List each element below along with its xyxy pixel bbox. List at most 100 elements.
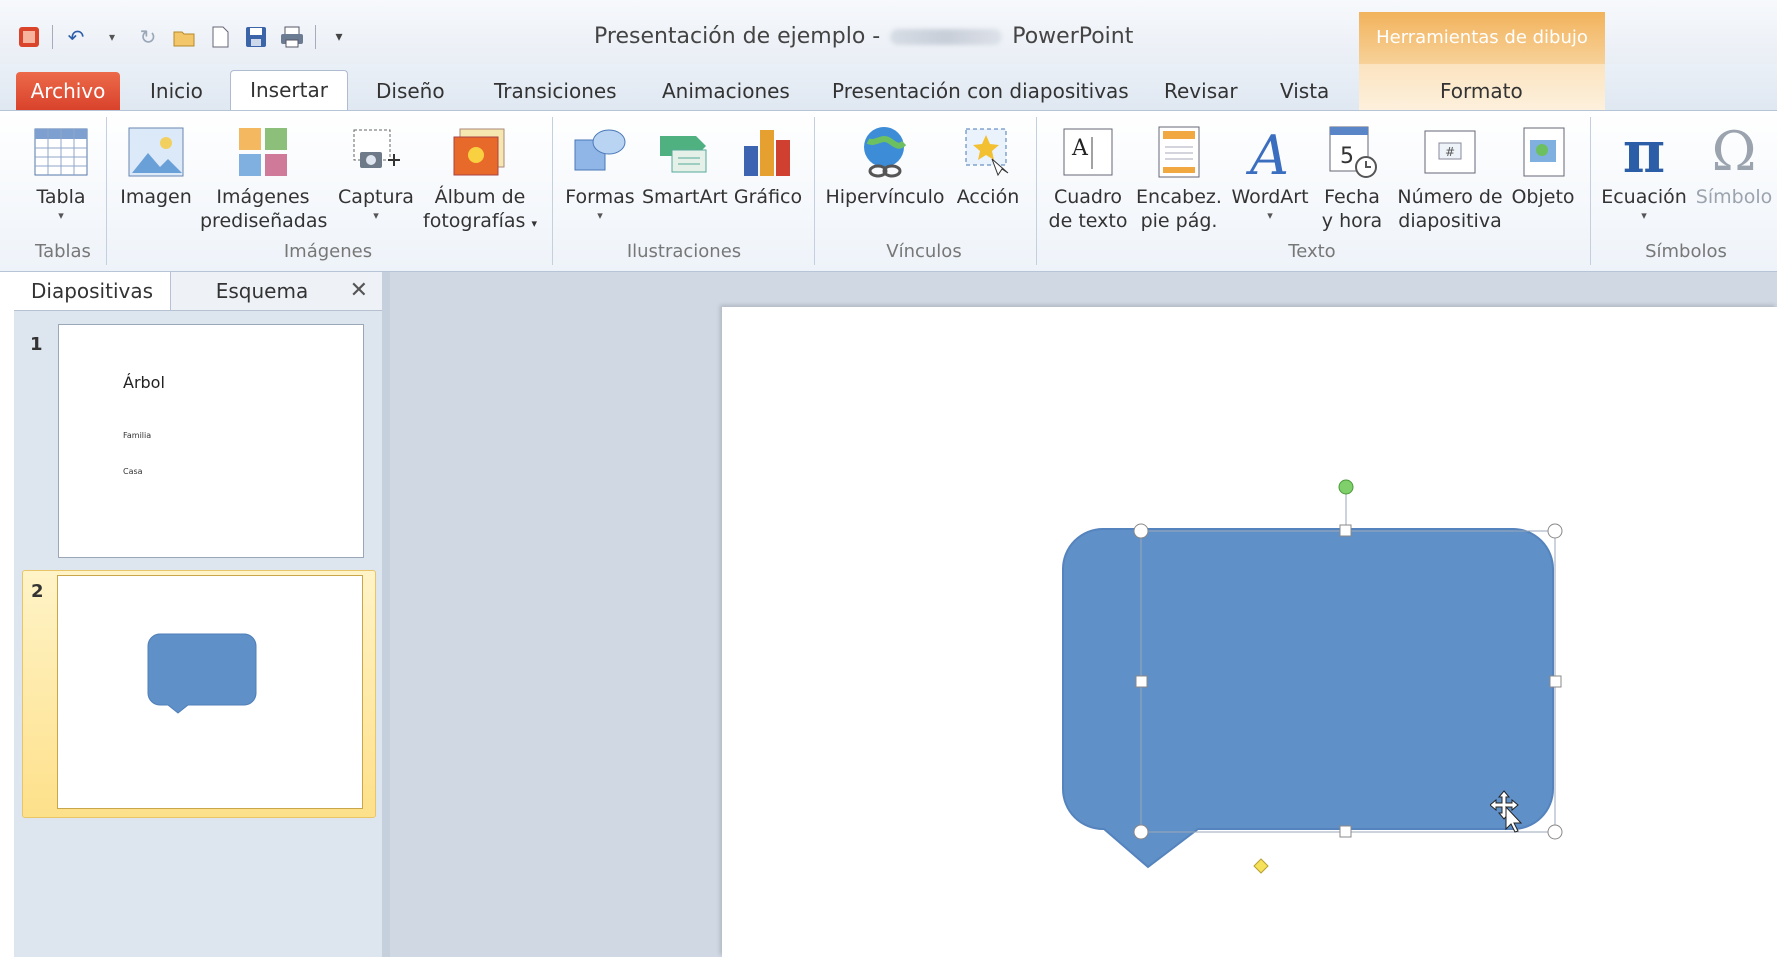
svg-text:A: A	[1071, 136, 1089, 161]
group-separator	[1590, 117, 1591, 265]
customize-icon[interactable]: ▾	[326, 24, 352, 50]
redo-icon[interactable]: ↻	[135, 24, 161, 50]
group-separator	[552, 117, 553, 265]
wordart-icon: A	[1245, 124, 1289, 180]
cuadro-de-texto-button[interactable]: A Cuadro de texto	[1046, 119, 1130, 233]
slide-thumbnail-2-selected[interactable]: 2	[22, 570, 376, 818]
panel-splitter[interactable]	[382, 272, 390, 957]
ribbon-tabs: Archivo Inicio Insertar Diseño Transicio…	[0, 64, 1777, 112]
tab-vista[interactable]: Vista	[1280, 72, 1329, 110]
textbox-icon: A	[1063, 128, 1113, 176]
screenshot-icon	[353, 129, 400, 168]
svg-text:A: A	[1245, 124, 1289, 180]
app-icon[interactable]	[16, 24, 42, 50]
ecuacion-button[interactable]: π Ecuación ▾	[1598, 119, 1690, 223]
qat-separator	[52, 25, 53, 49]
objeto-button[interactable]: Objeto	[1508, 119, 1578, 209]
clipart-icon	[239, 128, 287, 176]
cuadro-label-2: de texto	[1048, 210, 1128, 232]
fecha-hora-button[interactable]: 5 Fecha y hora	[1314, 119, 1390, 233]
fecha-label-2: y hora	[1321, 210, 1383, 232]
tab-presentacion[interactable]: Presentación con diapositivas	[832, 72, 1129, 110]
chevron-down-icon: ▾	[58, 209, 64, 222]
panel-tabs: Diapositivas Esquema ✕	[14, 272, 382, 311]
chevron-down-icon: ▾	[1267, 209, 1273, 222]
group-vinculos: Vínculos	[886, 241, 962, 262]
numero-label-1: Número de	[1397, 186, 1503, 208]
slide-thumbnail-1[interactable]: Árbol Familia Casa	[58, 324, 364, 558]
group-texto: Texto	[1288, 241, 1336, 262]
chart-icon	[744, 130, 790, 176]
encabez-label-1: Encabez.	[1136, 186, 1222, 208]
wordart-button[interactable]: A WordArt ▾	[1228, 119, 1312, 223]
slide-number-icon: #	[1424, 130, 1476, 174]
tab-diseno[interactable]: Diseño	[376, 72, 445, 110]
slides-panel: Diapositivas Esquema ✕ 1 Árbol Familia C…	[14, 272, 383, 957]
hipervinculo-label: Hipervínculo	[825, 186, 945, 208]
table-icon	[34, 128, 88, 176]
window-title-app: PowerPoint	[1012, 24, 1134, 49]
print-icon[interactable]	[279, 24, 305, 50]
tab-animaciones[interactable]: Animaciones	[662, 72, 790, 110]
objeto-label: Objeto	[1511, 186, 1575, 208]
formas-label: Formas	[565, 186, 635, 208]
undo-icon[interactable]: ↶	[63, 24, 89, 50]
simbolo-button[interactable]: Ω Símbolo	[1694, 119, 1774, 209]
tab-revisar[interactable]: Revisar	[1164, 72, 1238, 110]
svg-text:5: 5	[1340, 144, 1354, 169]
callout-shape-thumbnail	[147, 633, 257, 714]
cuadro-label-1: Cuadro	[1053, 186, 1123, 208]
group-separator	[1036, 117, 1037, 265]
tab-insertar[interactable]: Insertar	[230, 70, 348, 111]
open-icon[interactable]	[171, 24, 197, 50]
grafico-button[interactable]: Gráfico	[730, 119, 806, 209]
imagen-button[interactable]: Imagen	[116, 119, 196, 209]
hipervinculo-button[interactable]: Hipervínculo	[824, 119, 946, 209]
formas-button[interactable]: Formas ▾	[562, 119, 638, 223]
numero-label-2: diapositiva	[1398, 210, 1502, 232]
photo-album-icon	[453, 128, 505, 176]
group-ilustraciones: Ilustraciones	[626, 241, 742, 262]
tab-diapositivas[interactable]: Diapositivas	[14, 272, 171, 310]
album-label-2: fotografías ▾	[423, 210, 537, 232]
date-time-icon: 5	[1329, 126, 1377, 178]
slide-thumbnail-2[interactable]	[57, 575, 363, 809]
encabezado-button[interactable]: Encabez. pie pág.	[1134, 119, 1224, 233]
album-button[interactable]: Álbum de fotografías ▾	[420, 119, 540, 236]
grafico-label: Gráfico	[733, 186, 803, 208]
imagenes-label-1: Imágenes	[216, 186, 310, 208]
tab-formato[interactable]: Formato	[1440, 72, 1523, 110]
chevron-down-icon: ▾	[373, 209, 379, 222]
tab-archivo[interactable]: Archivo	[16, 72, 120, 110]
smartart-button[interactable]: SmartArt	[642, 119, 728, 209]
tab-inicio[interactable]: Inicio	[150, 72, 203, 110]
tab-transiciones[interactable]: Transiciones	[494, 72, 617, 110]
dropdown-icon[interactable]: ▾	[99, 24, 125, 50]
album-label-1: Álbum de	[434, 186, 526, 208]
captura-label: Captura	[338, 186, 414, 208]
ecuacion-label: Ecuación	[1601, 186, 1687, 208]
close-icon[interactable]: ✕	[350, 272, 368, 310]
accion-label: Acción	[956, 186, 1020, 208]
qat-separator	[315, 25, 316, 49]
tabla-label: Tabla	[36, 186, 86, 208]
imagen-label: Imagen	[120, 186, 192, 208]
save-icon[interactable]	[243, 24, 269, 50]
tabla-button[interactable]: Tabla ▾	[28, 119, 94, 223]
selected-callout-shape[interactable]	[722, 307, 1777, 957]
accion-button[interactable]: Acción	[952, 119, 1024, 209]
move-cursor-icon	[1490, 790, 1523, 833]
window-title: Presentación de ejemplo - PowerPoint	[594, 24, 1133, 49]
numero-diapositiva-button[interactable]: # Número de diapositiva	[1394, 119, 1506, 233]
fecha-label-1: Fecha	[1324, 186, 1380, 208]
smartart-icon	[660, 136, 707, 173]
omega-icon: Ω	[1711, 120, 1757, 183]
slide-editor[interactable]	[722, 307, 1777, 957]
tab-esquema[interactable]: Esquema	[174, 272, 350, 310]
imagenes-prediseñadas-button[interactable]: Imágenes prediseñadas	[200, 119, 327, 233]
action-icon	[965, 128, 1009, 177]
new-icon[interactable]	[207, 24, 233, 50]
chevron-down-icon: ▾	[597, 209, 603, 222]
group-simbolos: Símbolos	[1645, 241, 1727, 262]
captura-button[interactable]: Captura ▾	[334, 119, 418, 223]
